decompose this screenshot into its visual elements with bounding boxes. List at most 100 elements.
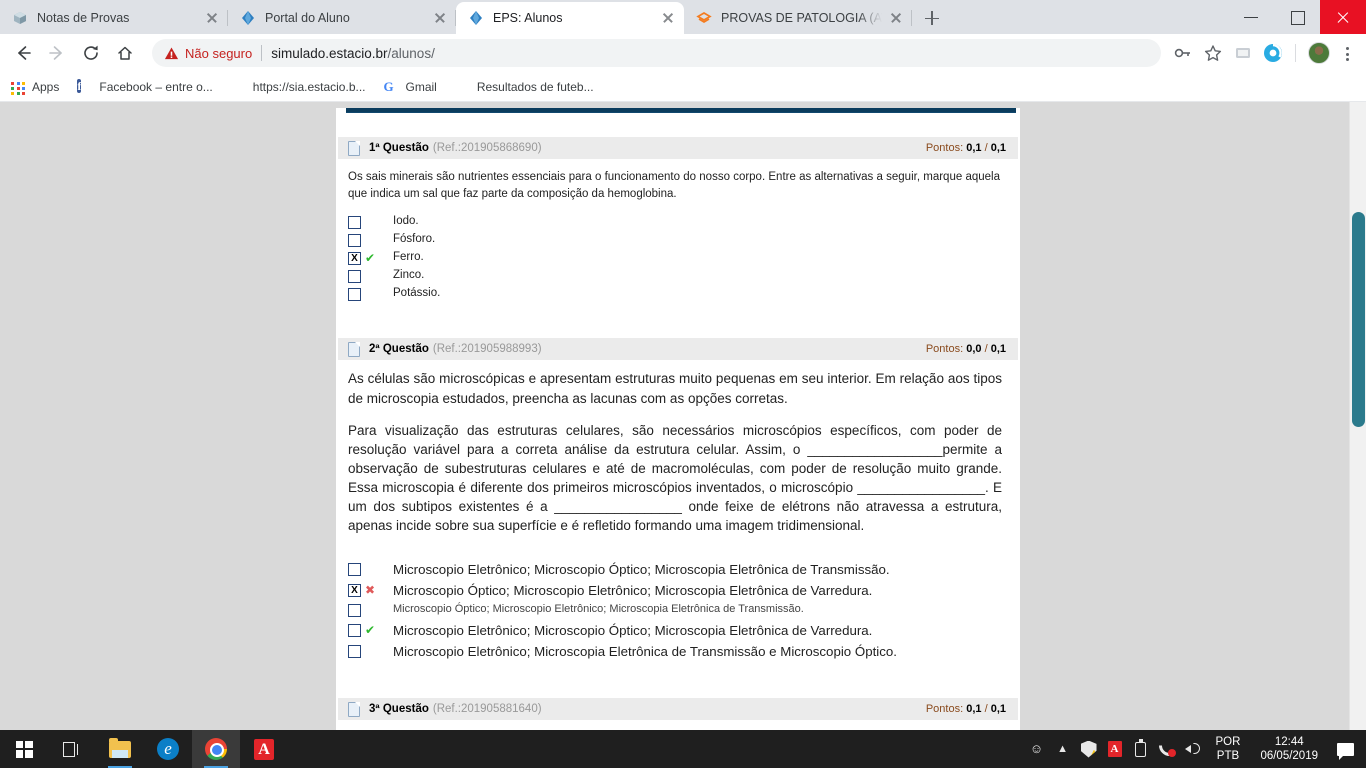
action-center-button[interactable] [1328, 730, 1362, 768]
tab-close-icon[interactable] [432, 10, 448, 26]
page-viewport: 1ª Questão (Ref.:201905868690) Pontos: 0… [0, 102, 1366, 730]
new-tab-button[interactable] [918, 4, 946, 32]
option-row[interactable]: Microscopio Eletrônico; Microscopia Elet… [348, 643, 1008, 661]
bookmark-facebook[interactable]: f Facebook – entre o... [77, 78, 213, 95]
address-bar[interactable]: Não seguro simulado.estacio.br/alunos/ [152, 39, 1161, 67]
option-checkbox-checked[interactable]: X [348, 252, 361, 266]
option-row[interactable]: Microscopio Óptico; Microscopio Eletrôni… [348, 602, 1008, 619]
option-label: Microscopio Eletrônico; Microscopia Elet… [393, 644, 898, 660]
show-hidden-icons-chevron[interactable]: ▲ [1050, 743, 1076, 755]
taskbar-pinned-items: e A [0, 730, 288, 768]
network-icon[interactable] [1154, 730, 1180, 768]
option-checkbox[interactable] [348, 604, 361, 618]
acrobat-reader-button[interactable]: A [240, 730, 288, 768]
document-icon [348, 341, 360, 357]
option-checkbox[interactable] [348, 645, 361, 659]
points-total: 0,1 [990, 703, 1006, 716]
browser-toolbar: Não seguro simulado.estacio.br/alunos/ [0, 34, 1366, 72]
option-row[interactable]: Zinco. [348, 268, 1008, 285]
bookmark-resultados-futebol[interactable]: Resultados de futeb... [455, 79, 594, 95]
profile-avatar[interactable] [1308, 42, 1330, 64]
option-checkbox[interactable] [348, 624, 361, 638]
points-separator: / [984, 703, 988, 716]
start-button[interactable] [0, 730, 48, 768]
volume-icon[interactable] [1180, 730, 1206, 768]
acrobat-tray-icon[interactable]: A [1102, 730, 1128, 768]
tab-close-icon[interactable] [204, 10, 220, 26]
option-label: Zinco. [393, 269, 425, 282]
people-icon[interactable]: ☺ [1024, 730, 1050, 768]
chrome-icon [205, 738, 227, 760]
system-tray: ☺ ▲ A POR PTB 12:44 06/05/2019 [1024, 730, 1366, 768]
option-checkbox[interactable] [348, 234, 361, 248]
option-checkbox[interactable] [348, 288, 361, 302]
bookmark-label: Resultados de futeb... [476, 79, 594, 94]
home-button[interactable] [110, 38, 140, 68]
cube-icon [231, 79, 247, 95]
bookmark-label: Gmail [405, 79, 437, 94]
question-points: Pontos: 0,0 / 0,1 [926, 343, 1006, 355]
scrollbar-thumb[interactable] [1352, 212, 1365, 427]
browser-tab-active[interactable]: EPS: Alunos [456, 2, 684, 34]
back-button[interactable] [8, 38, 38, 68]
tab-close-icon[interactable] [660, 10, 676, 26]
question-ref: (Ref.:201905988993) [432, 343, 542, 356]
points-earned: 0,1 [966, 142, 982, 154]
language-line-1: POR [1215, 736, 1241, 748]
points-earned: 0,0 [966, 343, 982, 356]
extension-icon[interactable] [1259, 39, 1287, 67]
close-button[interactable] [1320, 0, 1366, 34]
correct-answer-icon: ✔ [364, 251, 376, 266]
bookmark-sia-estacio[interactable]: https://sia.estacio.b... [231, 79, 366, 95]
question-statement-part2: Para visualização das estruturas celular… [348, 422, 1002, 534]
question-ref: (Ref.:201905868690) [432, 142, 542, 154]
reload-button[interactable] [76, 38, 106, 68]
option-checkbox-checked[interactable]: X [348, 583, 361, 597]
tab-title: PROVAS DE PATOLOGIA (AV1, AV [721, 11, 882, 25]
minimize-button[interactable] [1228, 0, 1274, 34]
tab-title: Portal do Aluno [265, 11, 350, 25]
option-checkbox[interactable] [348, 562, 361, 576]
correct-answer-icon: ✔ [364, 623, 376, 638]
option-label: Ferro. [393, 251, 424, 264]
maximize-button[interactable] [1274, 0, 1320, 34]
star-icon[interactable] [1199, 39, 1227, 67]
option-row[interactable]: Fósforo. [348, 232, 1008, 249]
option-row-selected[interactable]: X ✔ Ferro. [348, 250, 1008, 267]
diamond-icon [468, 10, 484, 26]
task-view-button[interactable] [48, 730, 96, 768]
option-checkbox[interactable] [348, 270, 361, 284]
option-row[interactable]: ✔ Microscopio Eletrônico; Microscopio Óp… [348, 622, 1008, 640]
taskbar-clock[interactable]: 12:44 06/05/2019 [1250, 735, 1328, 763]
option-checkbox[interactable] [348, 216, 361, 230]
option-row[interactable]: Iodo. [348, 214, 1008, 231]
security-shield-icon[interactable] [1076, 730, 1102, 768]
file-explorer-button[interactable] [96, 730, 144, 768]
browser-tab[interactable]: Portal do Aluno [228, 2, 456, 34]
tab-close-icon[interactable] [888, 10, 904, 26]
chrome-button[interactable] [192, 730, 240, 768]
question-header-left: 1ª Questão (Ref.:201905868690) [348, 140, 542, 156]
taskbar-language[interactable]: POR PTB [1206, 735, 1251, 763]
page-scrollbar[interactable] [1349, 102, 1366, 730]
key-icon[interactable] [1169, 39, 1197, 67]
question-points: Pontos: 0,1 / 0,1 [926, 703, 1006, 715]
question-header: 1ª Questão (Ref.:201905868690) Pontos: 0… [338, 137, 1018, 159]
edge-icon: e [157, 738, 179, 760]
option-row-selected[interactable]: X ✖ Microscopio Óptico; Microscopio Elet… [348, 582, 1008, 600]
browser-tab[interactable]: PROVAS DE PATOLOGIA (AV1, AV [684, 2, 912, 34]
option-row[interactable]: Microscopio Eletrônico; Microscopio Ópti… [348, 561, 1008, 579]
cast-icon[interactable] [1229, 39, 1257, 67]
start-icon [15, 740, 33, 758]
option-row[interactable]: Potássio. [348, 286, 1008, 303]
bookmark-apps[interactable]: Apps [10, 79, 59, 95]
document-icon [348, 701, 360, 717]
chrome-menu-icon[interactable] [1336, 39, 1358, 67]
forward-button[interactable] [42, 38, 72, 68]
browser-tab[interactable]: Notas de Provas [0, 2, 228, 34]
edge-button[interactable]: e [144, 730, 192, 768]
bookmark-gmail[interactable]: G Gmail [384, 79, 437, 95]
facebook-icon: f [77, 78, 82, 93]
usb-eject-icon[interactable] [1128, 730, 1154, 768]
